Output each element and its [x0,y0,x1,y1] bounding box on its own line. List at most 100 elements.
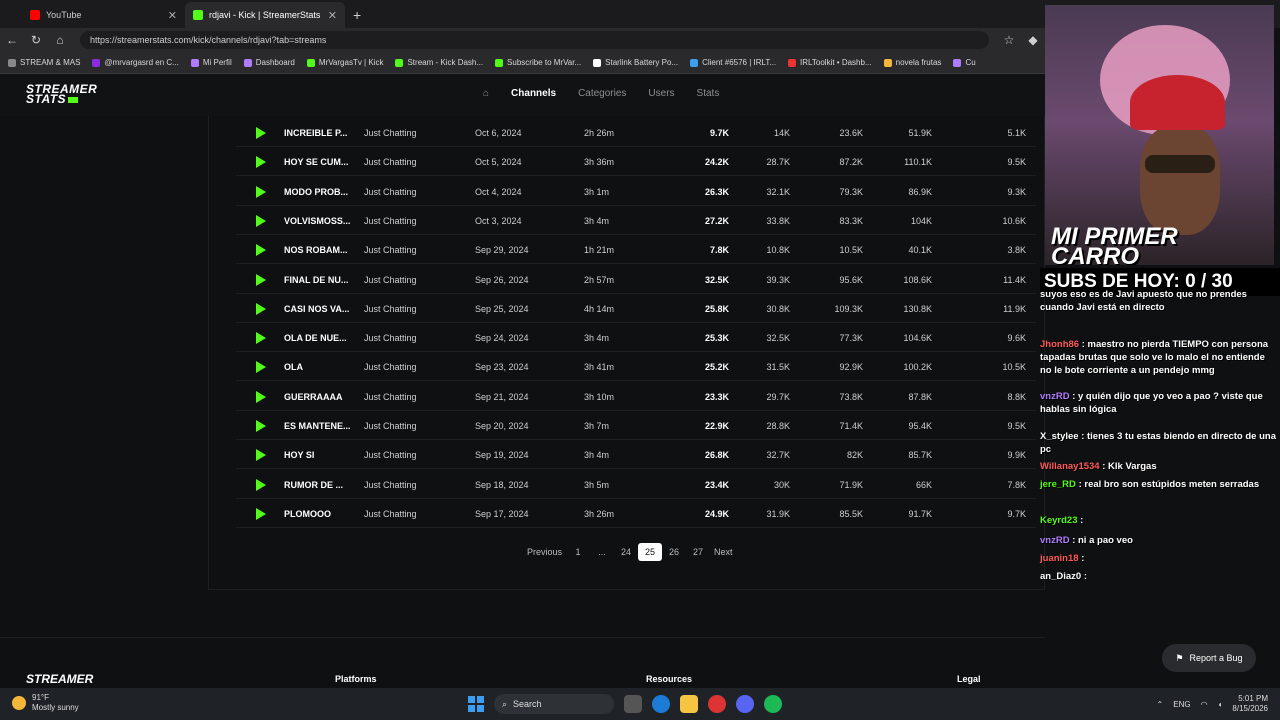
bookmark-item[interactable]: Dashboard [243,58,295,67]
close-icon[interactable]: ✕ [328,9,337,22]
extensions-icon[interactable]: ◆ [1021,33,1045,47]
chat-username[interactable]: vnzRD [1040,391,1070,402]
page-1-button[interactable]: 1 [566,543,590,561]
windows-start-icon[interactable] [468,696,484,712]
bookmark-item[interactable]: @mrvargasrd en C... [92,58,179,67]
table-row[interactable]: ES MANTENE... Just Chatting Sep 20, 2024 3h… [236,411,1036,440]
file-explorer-icon[interactable] [680,695,698,713]
play-icon[interactable] [256,361,266,374]
footer-resources[interactable]: Resources [646,674,692,684]
chat-username[interactable]: juanin18 [1040,553,1079,564]
tab-youtube[interactable]: YouTube ✕ [0,2,185,28]
clock[interactable]: 5:01 PM 8/15/2026 [1232,694,1268,714]
play-icon[interactable] [256,244,266,257]
bookmark-item[interactable]: Starlink Battery Po... [593,58,678,67]
bookmark-item[interactable]: Subscribe to MrVar... [495,58,581,67]
close-icon[interactable]: ✕ [168,9,177,22]
previous-page-button[interactable]: Previous [523,543,566,561]
task-view-icon[interactable] [624,695,642,713]
chat-username[interactable]: jere_RD [1040,479,1076,490]
cell-followers: 9.5K [1007,421,1026,431]
cell-avg: 26.3K [704,186,729,197]
chat-username[interactable]: Willanay1534 [1040,461,1100,472]
table-row[interactable]: HOY SE CUM... Just Chatting Oct 5, 2024 3h … [236,147,1036,177]
spotify-icon[interactable] [764,695,782,713]
cell-followers: 9.5K [1007,157,1026,168]
chat-username[interactable]: Keyrd23 [1040,515,1078,526]
cell-date: Oct 5, 2024 [475,157,522,168]
bookmark-item[interactable]: Mi Perfil [190,58,232,67]
page-26-button[interactable]: 26 [662,543,686,561]
table-row[interactable]: OLA DE NUE... Just Chatting Sep 24, 2024 3h… [236,323,1036,353]
play-icon[interactable] [256,478,266,491]
play-icon[interactable] [256,449,266,462]
play-icon[interactable] [256,420,266,432]
play-icon[interactable] [256,156,266,169]
lang-indicator[interactable]: ENG [1173,700,1190,709]
footer-logo[interactable]: STREAMER [26,672,93,686]
page-24-button[interactable]: 24 [614,543,638,561]
cell-duration: 3h 36m [584,157,615,168]
star-icon[interactable]: ☆ [997,33,1021,47]
chat-username[interactable]: Jhonh86 [1040,339,1079,350]
play-icon[interactable] [256,273,266,286]
bookmark-item[interactable]: Cu [953,58,976,67]
volume-icon[interactable]: ◖ [1218,700,1223,709]
table-row[interactable]: CASI NOS VA... Just Chatting Sep 25, 2024 4… [236,294,1036,323]
bookmark-item[interactable]: novela frutas [883,58,941,67]
play-icon[interactable] [256,214,266,227]
wifi-icon[interactable]: ◠ [1201,700,1208,709]
discord-icon[interactable] [736,695,754,713]
report-bug-button[interactable]: ⚑ Report a Bug [1162,644,1256,672]
bookmark-item[interactable]: MrVargasTv | Kick [306,58,383,67]
nav-channels[interactable]: Channels [511,88,556,99]
chat-username[interactable]: an_Diaz0 [1040,571,1081,582]
nav-users[interactable]: Users [648,88,674,99]
nav-categories[interactable]: Categories [578,88,626,99]
table-row[interactable]: NOS ROBAM... Just Chatting Sep 29, 2024 1h … [236,235,1036,265]
table-row[interactable]: FINAL DE NU... Just Chatting Sep 26, 2024 2… [236,265,1036,294]
nav-stats[interactable]: Stats [697,88,720,99]
table-row[interactable]: HOY SI Just Chatting Sep 19, 2024 3h 4m 26.8… [236,440,1036,470]
streamerstats-logo[interactable]: STREAMER STATS [26,83,97,105]
bookmark-item[interactable]: Client #6576 | IRLT... [690,58,776,67]
table-row[interactable]: OLA Just Chatting Sep 23, 2024 3h 41m 25.2K 3… [236,352,1036,382]
url-input[interactable]: https://streamerstats.com/kick/channels/… [80,31,989,49]
page-25-current[interactable]: 25 [638,543,663,561]
footer-platforms[interactable]: Platforms [335,674,377,684]
cell-peak: 28.7K [766,157,790,168]
bookmark-item[interactable]: STREAM & MAS [8,58,80,67]
weather-widget[interactable]: 91°F Mostly sunny [12,693,79,713]
tab-streamerstats[interactable]: rdjavi - Kick | StreamerStats ✕ [185,2,345,28]
table-row[interactable]: VOLVISMOSS... Just Chatting Oct 3, 2024 3h … [236,206,1036,235]
new-tab-button[interactable]: + [345,2,369,28]
play-icon[interactable] [256,302,266,315]
taskbar-search[interactable]: ⌕ Search [494,694,614,714]
cell-title: NOS ROBAM... [284,245,348,256]
home-icon[interactable]: ⌂ [48,33,72,47]
next-page-button[interactable]: Next [710,543,737,561]
table-row[interactable]: PLOMOOO Just Chatting Sep 17, 2024 3h 26m 24… [236,499,1036,528]
play-icon[interactable] [256,127,266,139]
table-row[interactable]: RUMOR DE ... Just Chatting Sep 18, 2024 3h … [236,470,1036,499]
refresh-icon[interactable]: ↻ [24,33,48,47]
bookmark-item[interactable]: Stream - Kick Dash... [395,58,483,67]
play-icon[interactable] [256,390,266,403]
obs-icon[interactable] [708,695,726,713]
table-row[interactable]: GUERRAAAA Just Chatting Sep 21, 2024 3h 10m… [236,382,1036,411]
page-27-button[interactable]: 27 [686,543,710,561]
table-row[interactable]: MODO PROB... Just Chatting Oct 4, 2024 3h 1… [236,177,1036,206]
play-icon[interactable] [256,332,266,345]
footer-legal[interactable]: Legal [957,674,981,684]
chat-username[interactable]: vnzRD [1040,535,1070,546]
bookmark-item[interactable]: IRLToolkit • Dashb... [788,58,872,67]
play-icon[interactable] [256,507,266,520]
home-icon[interactable]: ⌂ [483,88,489,99]
edge-icon[interactable] [652,695,670,713]
play-icon[interactable] [256,185,266,198]
table-row[interactable]: INCREIBLE P... Just Chatting Oct 6, 2024 2h… [236,118,1036,147]
chevron-up-icon[interactable]: ⌃ [1157,700,1164,709]
back-icon[interactable]: ← [0,33,24,47]
chat-username[interactable]: X_stylee [1040,431,1079,442]
cell-avg: 24.9K [704,508,729,519]
